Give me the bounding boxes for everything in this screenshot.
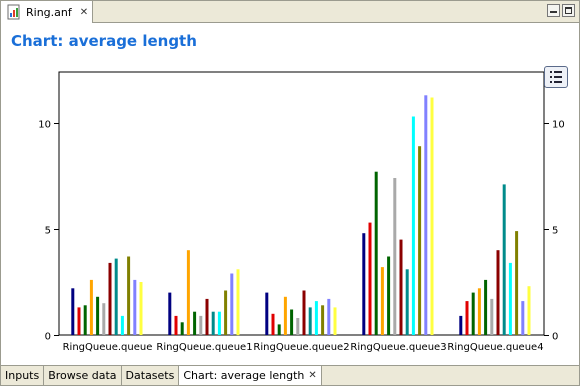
bar bbox=[174, 315, 178, 335]
x-category-label: RingQueue.queue3 bbox=[350, 342, 446, 353]
bar bbox=[411, 116, 415, 335]
tab-inputs-label: Inputs bbox=[5, 369, 40, 382]
list-icon bbox=[550, 71, 562, 83]
bar bbox=[211, 311, 215, 335]
bar bbox=[193, 311, 197, 335]
bar bbox=[484, 279, 488, 335]
bar bbox=[496, 250, 500, 335]
x-category-label: RingQueue.queue bbox=[63, 342, 153, 353]
bar-chart[interactable]: 0 05 510 10RingQueue.queue RingQueue.queue1 R… bbox=[1, 24, 579, 365]
bar bbox=[521, 301, 525, 335]
bar bbox=[236, 269, 240, 336]
bar bbox=[380, 267, 384, 335]
x-category-label: RingQueue.queue1 bbox=[156, 342, 252, 353]
bar bbox=[168, 292, 172, 335]
editor-page-tabs: Inputs Browse data Datasets Chart: avera… bbox=[1, 365, 579, 385]
y-tick-label-left: 5 bbox=[45, 226, 51, 237]
editor-tab-label: Ring.anf bbox=[26, 5, 72, 19]
tab-close-icon[interactable]: ✕ bbox=[80, 7, 88, 18]
editor-tab-ring-anf[interactable]: Ring.anf ✕ bbox=[1, 1, 93, 23]
bar bbox=[321, 305, 325, 335]
bar bbox=[374, 171, 378, 335]
bar bbox=[96, 296, 100, 335]
editor-tab-bar: Ring.anf ✕ bbox=[1, 1, 579, 23]
legend-toggle-button[interactable] bbox=[544, 66, 568, 88]
editor-window: Ring.anf ✕ Chart: average length 0 0 5 5 10 1… bbox=[0, 0, 580, 386]
tab-browse-data-label: Browse data bbox=[48, 369, 117, 382]
tab-datasets[interactable]: Datasets bbox=[121, 366, 180, 385]
bar bbox=[502, 184, 506, 335]
bar bbox=[418, 146, 422, 335]
bar bbox=[71, 288, 75, 335]
bar bbox=[302, 290, 306, 335]
tab-datasets-label: Datasets bbox=[125, 369, 175, 382]
minimize-icon[interactable] bbox=[547, 4, 560, 17]
maximize-icon[interactable] bbox=[562, 4, 575, 17]
bar bbox=[490, 298, 494, 335]
bar bbox=[265, 292, 269, 335]
tab-chart-label: Chart: average length bbox=[183, 369, 305, 382]
bar bbox=[362, 233, 366, 335]
bar bbox=[471, 292, 475, 335]
bar bbox=[133, 279, 137, 335]
plot-area bbox=[58, 71, 545, 336]
y-tick-label-right: 10 bbox=[552, 120, 565, 131]
bar bbox=[224, 290, 228, 335]
chart-editor: Chart: average length 0 0 5 5 10 10 RingQueue.… bbox=[1, 24, 579, 365]
bar bbox=[333, 307, 337, 335]
bar bbox=[399, 239, 403, 335]
bar bbox=[205, 298, 209, 335]
bar bbox=[405, 269, 409, 336]
x-category-label: RingQueue.queue4 bbox=[447, 342, 543, 353]
analysis-file-icon bbox=[6, 4, 22, 20]
bar bbox=[314, 301, 318, 335]
bar bbox=[89, 279, 93, 335]
bar bbox=[393, 178, 397, 335]
bar bbox=[290, 309, 294, 335]
bar bbox=[459, 315, 463, 335]
window-controls bbox=[547, 4, 575, 17]
bar bbox=[527, 286, 531, 335]
bar bbox=[387, 256, 391, 335]
bar bbox=[199, 315, 203, 335]
x-category-label: RingQueue.queue2 bbox=[253, 342, 349, 353]
bar bbox=[277, 324, 281, 335]
y-tick-label-right: 5 bbox=[552, 226, 558, 237]
bar bbox=[77, 307, 81, 335]
bar bbox=[108, 262, 112, 335]
bar bbox=[217, 311, 221, 335]
bar bbox=[296, 318, 300, 335]
bar bbox=[515, 231, 519, 335]
bar bbox=[283, 296, 287, 335]
bar bbox=[180, 322, 184, 335]
tab-browse-data[interactable]: Browse data bbox=[44, 366, 122, 385]
bar bbox=[102, 303, 106, 335]
tab-close-icon[interactable]: ✕ bbox=[308, 370, 316, 381]
bar bbox=[271, 313, 275, 335]
bar bbox=[465, 301, 469, 335]
bar bbox=[139, 282, 143, 335]
bar bbox=[120, 315, 124, 335]
bar bbox=[430, 97, 434, 335]
tab-chart-average-length[interactable]: Chart: average length ✕ bbox=[179, 366, 322, 385]
bar bbox=[186, 250, 190, 335]
tab-inputs[interactable]: Inputs bbox=[1, 366, 45, 385]
bar bbox=[230, 273, 234, 335]
bar bbox=[308, 307, 312, 335]
y-tick-label-left: 10 bbox=[38, 120, 51, 131]
bar bbox=[424, 95, 428, 335]
bar bbox=[127, 256, 131, 335]
bar bbox=[477, 288, 481, 335]
y-tick-label-left: 0 bbox=[45, 332, 51, 343]
bar bbox=[83, 305, 87, 335]
bar bbox=[508, 262, 512, 335]
bar bbox=[327, 298, 331, 335]
y-tick-label-right: 0 bbox=[552, 332, 558, 343]
bar bbox=[368, 222, 372, 335]
bar bbox=[114, 258, 118, 335]
